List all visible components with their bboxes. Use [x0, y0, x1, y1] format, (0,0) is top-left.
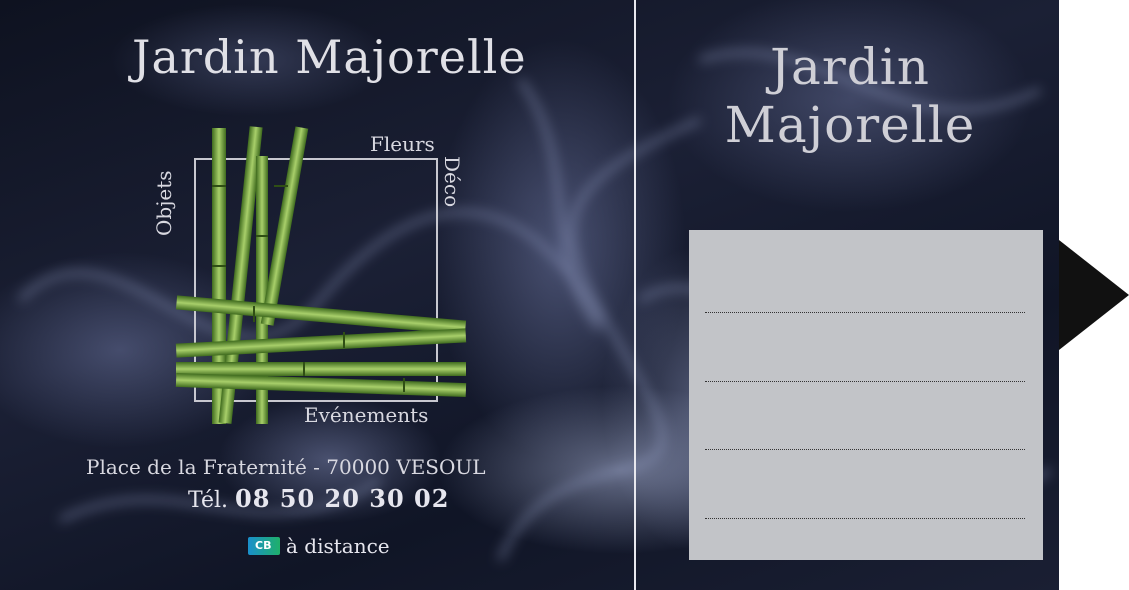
- card-title-right: Jardin Majorelle: [700, 38, 1000, 154]
- logo-label-objets: Objets: [152, 170, 176, 236]
- phone-prefix: Tél.: [188, 488, 229, 513]
- credit-card-icon: CB: [248, 537, 280, 555]
- brand-title: Jardin Majorelle: [132, 30, 527, 84]
- bamboo-logo: [175, 126, 467, 424]
- arrow-tab-icon: [1059, 240, 1129, 350]
- fold-line: [634, 0, 636, 590]
- payment-text: à distance: [286, 534, 390, 558]
- title-line-1: Jardin: [770, 38, 930, 96]
- write-line[interactable]: [705, 518, 1025, 519]
- payment-line: CB à distance: [248, 534, 390, 558]
- logo-label-fleurs: Fleurs: [370, 132, 435, 156]
- logo-label-evenements: Evénements: [304, 403, 429, 427]
- write-line[interactable]: [705, 312, 1025, 313]
- logo-label-deco: Déco: [440, 156, 464, 208]
- title-line-2: Majorelle: [724, 96, 976, 154]
- address: Place de la Fraternité - 70000 VESOUL: [86, 455, 486, 479]
- phone-line: Tél. 08 50 20 30 02: [188, 484, 449, 513]
- write-in-panel: [689, 230, 1043, 560]
- write-line[interactable]: [705, 381, 1025, 382]
- write-line[interactable]: [705, 449, 1025, 450]
- phone-number: 08 50 20 30 02: [235, 484, 450, 513]
- business-card: Jardin Majorelle Fleurs Déco Objets Evén…: [0, 0, 1059, 590]
